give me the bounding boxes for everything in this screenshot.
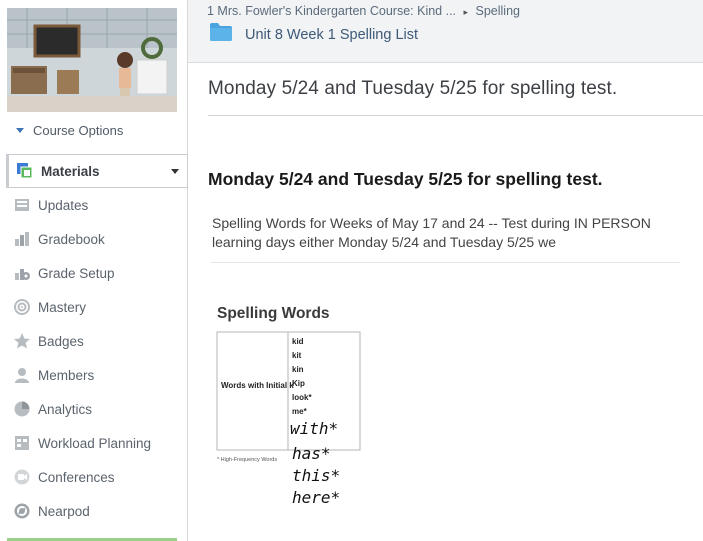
page-header: 1 Mrs. Fowler's Kindergarten Course: Kin… — [188, 0, 703, 63]
handwritten-word: here* — [292, 488, 340, 507]
sidebar-item-label: Workload Planning — [38, 435, 152, 451]
sidebar-item-label: Nearpod — [38, 503, 90, 519]
sidebar-item-label: Members — [38, 367, 95, 383]
handwritten-word: has* — [292, 444, 331, 463]
sidebar-item-label: Updates — [38, 197, 89, 213]
materials-icon — [15, 161, 35, 181]
sidebar-item-mastery[interactable]: Mastery — [0, 290, 188, 324]
handwritten-word: this* — [292, 466, 340, 485]
printed-word: kid — [292, 337, 304, 346]
mastery-icon — [12, 297, 32, 317]
printed-word: kin — [292, 365, 304, 374]
page-title: Monday 5/24 and Tuesday 5/25 for spellin… — [208, 78, 618, 99]
course-options-toggle[interactable]: Course Options — [16, 123, 123, 138]
folder-icon — [209, 22, 233, 47]
conferences-icon — [12, 467, 32, 487]
nearpod-icon — [12, 501, 32, 521]
sidebar-item-grade-setup[interactable]: Grade Setup — [0, 256, 188, 290]
breadcrumb: 1 Mrs. Fowler's Kindergarten Course: Kin… — [207, 4, 520, 18]
printed-word: me* — [292, 407, 308, 416]
grade-setup-icon — [12, 263, 32, 283]
gradebook-icon — [12, 229, 32, 249]
content-heading: Monday 5/24 and Tuesday 5/25 for spellin… — [208, 169, 603, 189]
dropdown-arrow-icon[interactable] — [171, 168, 179, 174]
sidebar-item-label: Mastery — [38, 299, 87, 315]
divider — [208, 115, 703, 116]
sidebar-item-nearpod[interactable]: Nearpod — [0, 494, 188, 528]
course-banner-image — [7, 8, 177, 112]
spelling-words-image: Spelling Words Words with Initial k kid … — [215, 296, 375, 516]
breadcrumb-course-link[interactable]: 1 Mrs. Fowler's Kindergarten Course: Kin… — [207, 4, 456, 18]
course-options-label: Course Options — [33, 123, 124, 138]
sidebar: Course Options Materials Updates Gradebo… — [0, 0, 188, 541]
folder-title-text: Unit 8 Week 1 Spelling List — [245, 26, 419, 43]
sidebar-item-label: Materials — [41, 163, 100, 179]
footnote: * High-Frequency Words — [217, 457, 277, 463]
badges-icon — [12, 331, 32, 351]
divider — [211, 262, 680, 263]
attachment-title: Spelling Words — [217, 305, 330, 322]
updates-icon — [12, 195, 32, 215]
members-icon — [12, 365, 32, 385]
analytics-icon — [12, 399, 32, 419]
sidebar-item-gradebook[interactable]: Gradebook — [0, 222, 188, 256]
sidebar-item-label: Badges — [38, 333, 84, 349]
printed-word: kit — [292, 351, 302, 360]
svg-text:Words with Initial k: Words with Initial k — [221, 381, 294, 390]
sidebar-nav: Materials Updates Gradebook Grade Setup — [0, 154, 188, 528]
sidebar-item-analytics[interactable]: Analytics — [0, 392, 188, 426]
folder-title: Unit 8 Week 1 Spelling List — [209, 22, 418, 47]
sidebar-item-badges[interactable]: Badges — [0, 324, 188, 358]
sidebar-item-workload-planning[interactable]: Workload Planning — [0, 426, 188, 460]
sidebar-item-conferences[interactable]: Conferences — [0, 460, 188, 494]
breadcrumb-separator: ▸ — [463, 7, 469, 17]
sidebar-item-label: Grade Setup — [38, 265, 115, 281]
sidebar-item-materials[interactable]: Materials — [6, 154, 188, 188]
sidebar-item-members[interactable]: Members — [0, 358, 188, 392]
sidebar-item-updates[interactable]: Updates — [0, 188, 188, 222]
row-label: Words with Initial k — [221, 381, 294, 390]
main-content: Monday 5/24 and Tuesday 5/25 for spellin… — [188, 64, 703, 541]
handwritten-word: with* — [290, 419, 338, 438]
printed-word: look* — [292, 393, 312, 402]
breadcrumb-section-link[interactable]: Spelling — [476, 4, 520, 18]
printed-word: Kip — [292, 379, 305, 388]
sidebar-item-label: Conferences — [38, 469, 115, 485]
workload-planning-icon — [12, 433, 32, 453]
caret-down-icon — [16, 128, 24, 133]
sidebar-item-label: Analytics — [38, 401, 93, 417]
sidebar-item-label: Gradebook — [38, 231, 105, 247]
content-paragraph: Spelling Words for Weeks of May 17 and 2… — [212, 215, 651, 250]
